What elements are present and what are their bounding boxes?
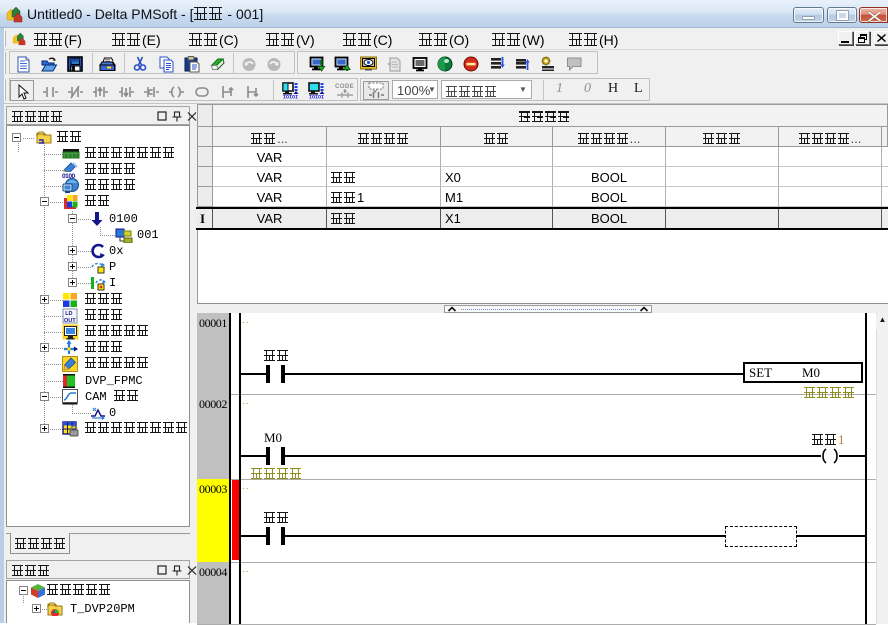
- svg-text:LD: LD: [65, 311, 72, 317]
- svg-text:OUT: OUT: [64, 318, 76, 324]
- svg-text:CODE: CODE: [335, 83, 354, 90]
- svg-text:IOIOI: IOIOI: [283, 95, 298, 100]
- svg-text:IOIOI: IOIOI: [309, 95, 324, 100]
